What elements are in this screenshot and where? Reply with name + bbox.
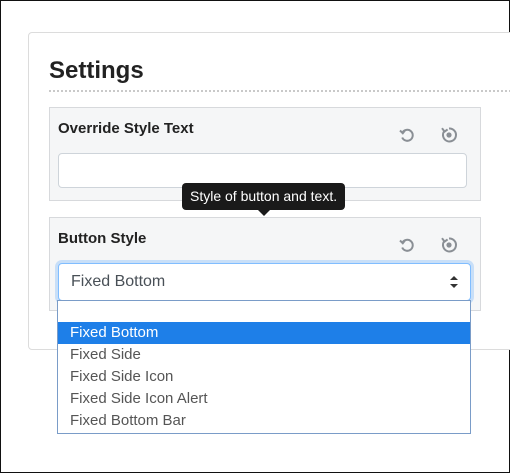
dropdown-options-list: Fixed Bottom Fixed Side Fixed Side Icon … — [58, 322, 470, 432]
dropdown-option-fixed-bottom-bar[interactable]: Fixed Bottom Bar — [58, 410, 470, 432]
button-style-select-value: Fixed Bottom — [71, 273, 166, 290]
tooltip-text: Style of button and text. — [190, 188, 338, 204]
reset-icon[interactable] — [439, 125, 459, 145]
dropdown-option-fixed-bottom[interactable]: Fixed Bottom — [58, 322, 470, 344]
select-caret-icon — [450, 276, 458, 288]
dropdown-option-fixed-side-icon[interactable]: Fixed Side Icon — [58, 366, 470, 388]
button-style-section: Button Style Fixed Bottom — [49, 217, 481, 311]
reset-icon[interactable] — [439, 235, 459, 255]
button-style-select[interactable]: Fixed Bottom — [58, 263, 471, 301]
page-title: Settings — [49, 57, 144, 84]
tooltip-arrow — [258, 210, 270, 216]
dropdown-option-fixed-side-icon-alert[interactable]: Fixed Side Icon Alert — [58, 388, 470, 410]
button-style-label: Button Style — [58, 230, 147, 247]
undo-icon[interactable] — [397, 235, 417, 255]
override-style-text-label: Override Style Text — [58, 120, 194, 137]
undo-icon[interactable] — [397, 125, 417, 145]
title-divider — [49, 90, 510, 92]
dropdown-option-fixed-side[interactable]: Fixed Side — [58, 344, 470, 366]
tooltip: Style of button and text. — [182, 183, 346, 216]
button-style-dropdown: Fixed Bottom Fixed Side Fixed Side Icon … — [57, 300, 471, 434]
